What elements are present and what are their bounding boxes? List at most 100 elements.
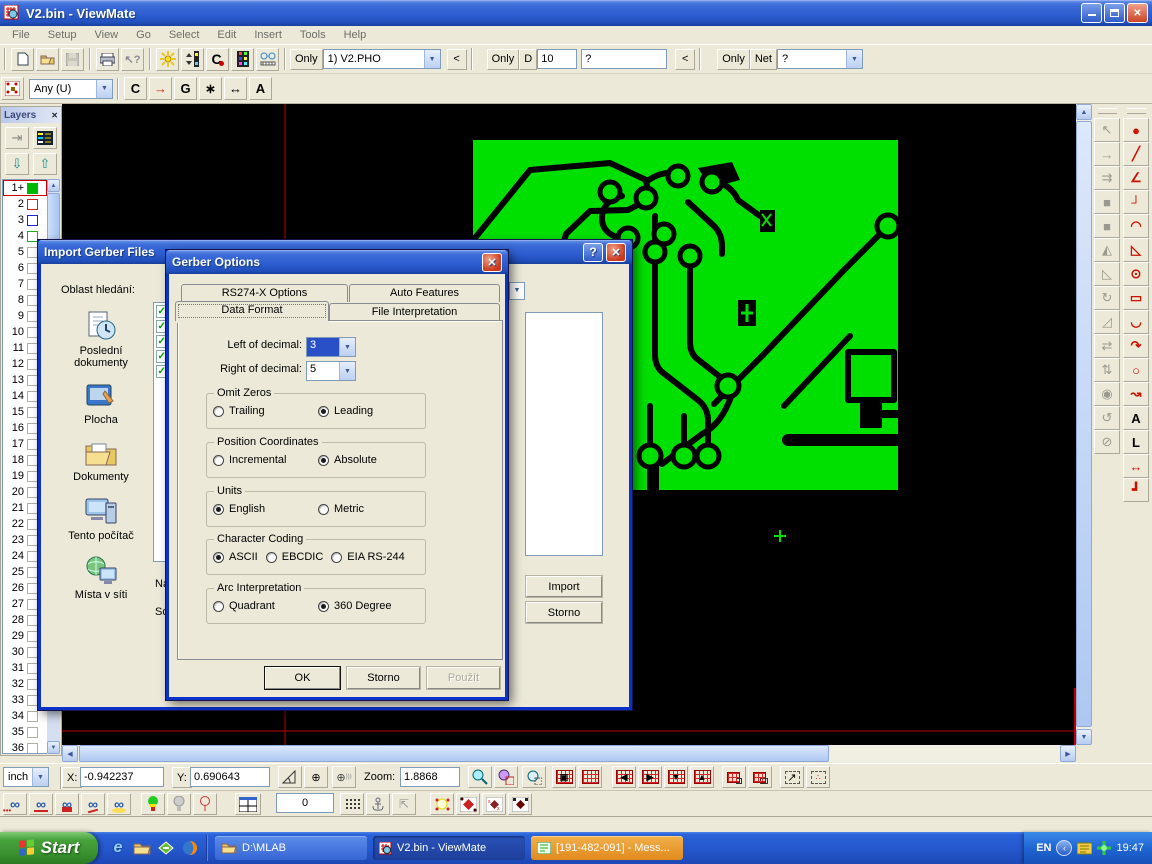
chevron-down-icon[interactable]: ▼ (424, 50, 440, 68)
language-indicator[interactable]: EN (1036, 842, 1051, 854)
zoom-window-icon[interactable] (522, 766, 546, 788)
cancel-button[interactable]: Storno (526, 602, 602, 623)
layer-row[interactable]: 36 (3, 740, 47, 754)
taskbar-task-folder[interactable]: D:\MLAB (215, 836, 367, 860)
view-traces-icon[interactable]: ∞ (29, 793, 53, 815)
only-layer-button[interactable]: Only (290, 49, 323, 70)
draw-tool-button[interactable]: ↝ (1123, 382, 1149, 406)
scroll-down-icon[interactable]: ▼ (47, 741, 60, 754)
layer-color-swatch[interactable] (27, 247, 38, 258)
draw-tool-button[interactable]: ┛ (1123, 478, 1149, 502)
layer-color-swatch[interactable] (27, 503, 38, 514)
edit-tool-button[interactable]: ⇄ (1094, 334, 1120, 358)
place-network[interactable]: Místa v síti (53, 556, 149, 601)
edit-tool-button[interactable]: ■ (1094, 190, 1120, 214)
crosshair-icon[interactable]: ⊕ (304, 766, 328, 788)
scroll-up-icon[interactable]: ▲ (1076, 104, 1092, 120)
layer-color-swatch[interactable] (27, 535, 38, 546)
edit-tool-button[interactable]: ↺ (1094, 406, 1120, 430)
scroll-right-icon[interactable]: ▶ (1060, 745, 1076, 762)
grid-dots-icon[interactable] (340, 793, 364, 815)
scroll-down-icon[interactable]: ▼ (1076, 729, 1092, 745)
select-area-icon[interactable]: ↗ (780, 766, 804, 788)
layer-color-swatch[interactable] (27, 551, 38, 562)
menu-item[interactable]: Help (336, 27, 375, 43)
quicklaunch-app-icon[interactable] (156, 838, 176, 858)
layer-color-swatch[interactable] (27, 199, 38, 210)
layer-color-swatch[interactable] (27, 679, 38, 690)
anchor-icon[interactable] (366, 793, 390, 815)
y-coordinate-field[interactable]: 0.690643 (190, 767, 270, 787)
selected-files-list[interactable] (525, 312, 603, 556)
quicklaunch-firefox-icon[interactable] (180, 838, 200, 858)
hide-icons-icon[interactable]: ‹ (1056, 840, 1072, 856)
radio-option[interactable]: Metric (318, 503, 399, 515)
dcode-input[interactable]: 10 (537, 49, 577, 69)
taskbar-task-viewmate[interactable]: V2.bin - ViewMate (373, 836, 525, 860)
trace-select-icon[interactable]: sx (482, 793, 506, 815)
layer-color-swatch[interactable] (27, 727, 38, 738)
draw-tool-button[interactable]: ○ (1123, 358, 1149, 382)
radio-option[interactable]: Incremental (213, 454, 294, 466)
filter-type-button[interactable]: G (174, 77, 197, 100)
draw-tool-button[interactable]: ∠ (1123, 166, 1149, 190)
zoom-grid-icon[interactable] (578, 766, 602, 788)
layer-color-swatch[interactable] (27, 487, 38, 498)
place-recent[interactable]: Poslední dokumenty (53, 310, 149, 369)
scroll-left-icon[interactable]: ◀ (62, 745, 78, 762)
new-file-button[interactable] (11, 48, 34, 71)
layer-color-swatch[interactable] (27, 279, 38, 290)
flash-select-icon[interactable] (430, 793, 454, 815)
dcode-filter-input[interactable]: ? (581, 49, 667, 69)
tab-file-interpretation[interactable]: File Interpretation (329, 303, 500, 321)
look-in-combo-arrow[interactable]: ▼ (509, 282, 525, 300)
protractor-icon[interactable] (278, 766, 302, 788)
layer-colors-button[interactable] (231, 48, 254, 71)
close-icon[interactable]: ✕ (606, 243, 626, 262)
radio-option[interactable]: 360 Degree (318, 600, 399, 612)
layer-color-swatch[interactable] (27, 375, 38, 386)
pin-marker-icon[interactable] (193, 793, 217, 815)
chevron-down-icon[interactable]: ▼ (339, 338, 355, 356)
radio-option[interactable]: Quadrant (213, 600, 294, 612)
x-coordinate-field[interactable]: -0.942237 (80, 767, 164, 787)
layer-row[interactable]: 3 (3, 212, 47, 228)
radio-option[interactable]: EBCDIC (266, 551, 324, 563)
close-button[interactable]: ✕ (1127, 3, 1148, 23)
save-file-button[interactable] (61, 48, 84, 71)
layer-color-swatch[interactable] (27, 615, 38, 626)
edit-tool-button[interactable]: ■ (1094, 214, 1120, 238)
radio-option[interactable]: Trailing (213, 405, 294, 417)
edit-tool-button[interactable]: ⇉ (1094, 166, 1120, 190)
layer-table-button[interactable] (33, 127, 57, 149)
edit-tool-button[interactable]: ⊘ (1094, 430, 1120, 454)
context-help-button[interactable]: ↖? (121, 48, 144, 71)
filter-type-button[interactable]: → (149, 77, 172, 100)
minimize-button[interactable] (1081, 3, 1102, 23)
layer-color-swatch[interactable] (27, 359, 38, 370)
layer-row[interactable]: 2 (3, 196, 47, 212)
taskbar-task-message[interactable]: [191-482-091] - Mess... (531, 836, 683, 860)
only-dcode-button[interactable]: Only (487, 49, 520, 70)
layer-color-swatch[interactable] (27, 455, 38, 466)
view-outlines-icon[interactable]: ∞ (81, 793, 105, 815)
zoom-field[interactable]: 1.8868 (400, 767, 460, 787)
pin-column-button[interactable] (181, 48, 204, 71)
tab-auto-features[interactable]: Auto Features (349, 284, 500, 302)
layer-color-swatch[interactable] (27, 311, 38, 322)
chevron-down-icon[interactable]: ▼ (96, 80, 112, 98)
layers-panel-titlebar[interactable]: Layers ✕ (1, 107, 61, 123)
view-previous-icon[interactable] (722, 766, 746, 788)
tray-agent-icon[interactable] (1097, 841, 1111, 855)
layer-select-combo[interactable]: 1) V2.PHO ▼ (323, 49, 441, 69)
zoom-extents-icon[interactable]: ▣ (552, 766, 576, 788)
layer-color-swatch[interactable] (27, 519, 38, 530)
tab-data-format[interactable]: Data Format (175, 301, 329, 321)
radio-option[interactable]: ASCII (213, 551, 258, 563)
quicklaunch-ie-icon[interactable]: e (108, 838, 128, 858)
radio-option[interactable]: EIA RS-244 (331, 551, 404, 563)
draw-tool-button[interactable]: ● (1123, 118, 1149, 142)
net-select-combo[interactable]: ? ▼ (777, 49, 863, 69)
clock[interactable]: 19:47 (1116, 842, 1144, 854)
tray-notes-icon[interactable] (1077, 842, 1092, 855)
